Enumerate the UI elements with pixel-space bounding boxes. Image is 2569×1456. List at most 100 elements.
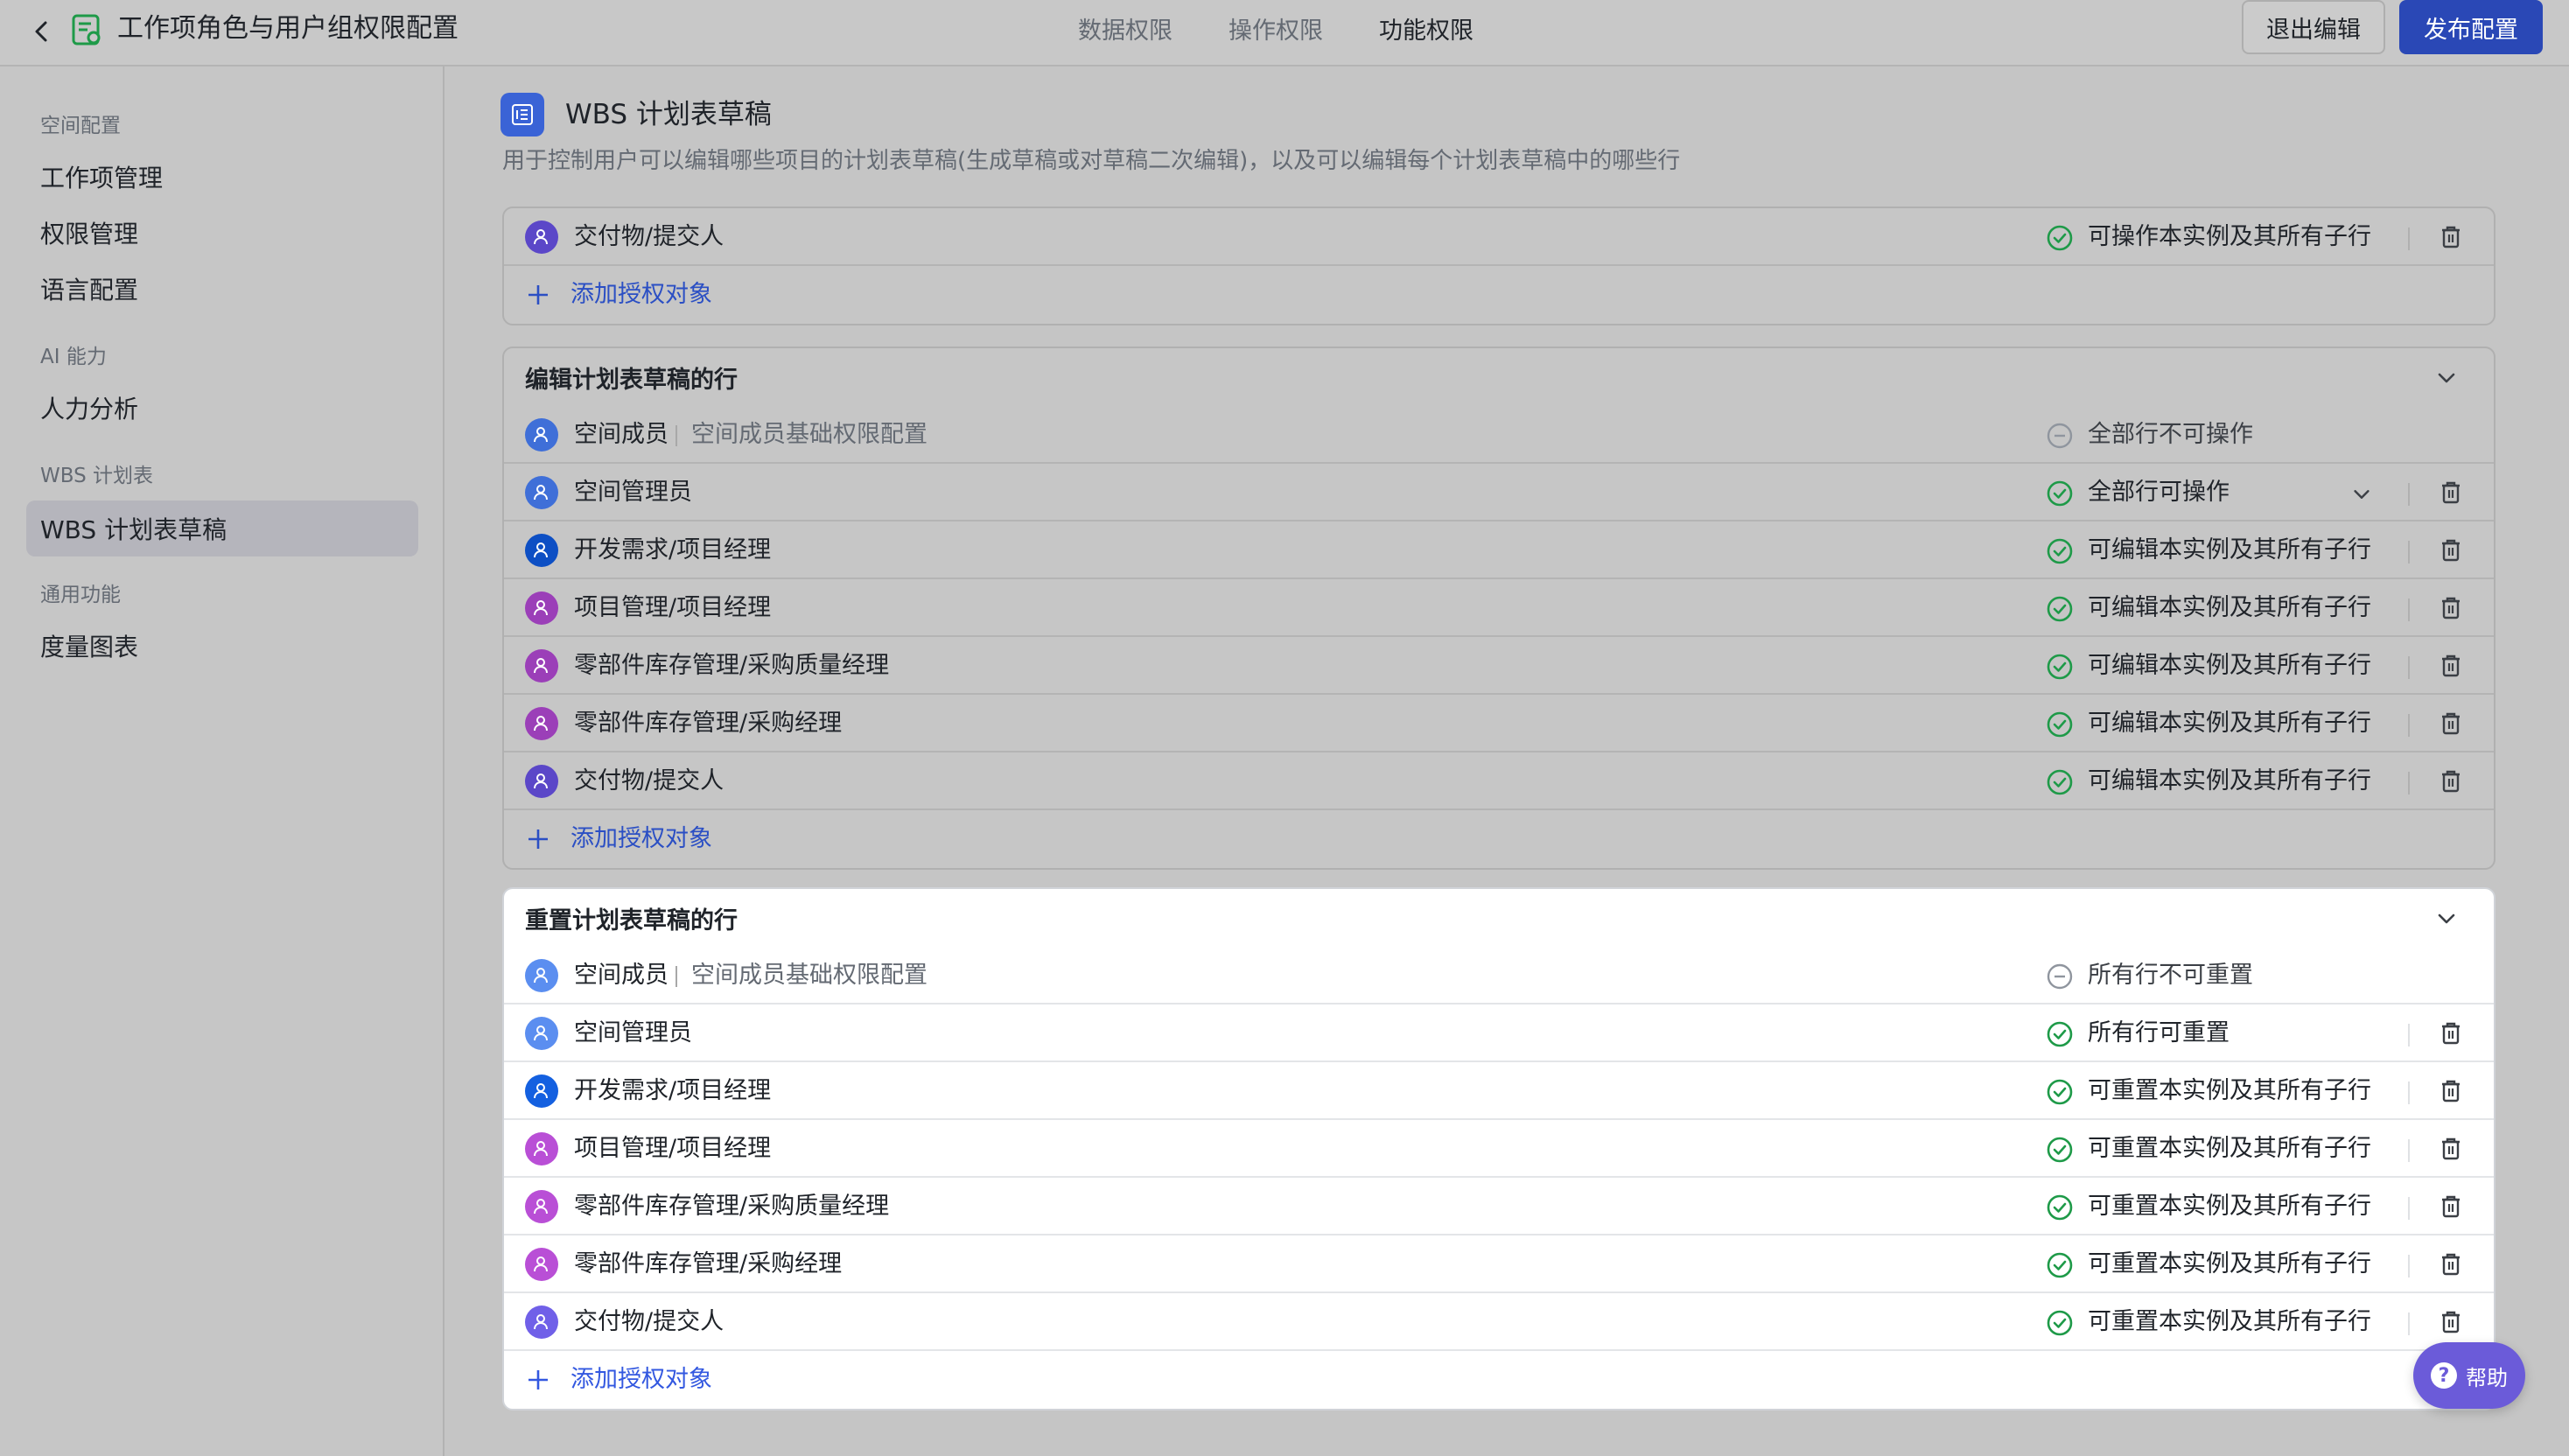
divider [2408,1082,2410,1104]
user-group-icon [525,765,558,798]
permission-row: 零部件库存管理/采购经理 可编辑本实例及其所有子行 [504,695,2494,752]
user-group-icon [525,1074,558,1108]
delete-icon[interactable] [2436,478,2466,508]
sidebar-item-wbs-draft[interactable]: WBS 计划表草稿 [26,500,418,556]
row-name: 零部件库存管理/采购质量经理 [574,1193,890,1220]
row-subtitle: 空间成员基础权限配置 [691,962,928,989]
back-arrow-icon[interactable] [26,16,58,47]
add-authorized-object-button[interactable]: 添加授权对象 [504,266,2494,324]
row-status[interactable]: 可编辑本实例及其所有子行 [2088,706,2371,741]
sidebar-item-workitem-management[interactable]: 工作项管理 [40,159,163,194]
divider [2408,228,2410,250]
row-name: 开发需求/项目经理 [574,1077,772,1104]
check-circle-icon [2046,1251,2074,1279]
delete-icon[interactable] [2436,536,2466,565]
chevron-down-icon[interactable] [2434,906,2459,931]
delete-icon[interactable] [2436,766,2466,796]
row-status[interactable]: 可重置本实例及其所有子行 [2088,1074,2371,1109]
add-authorized-object-button[interactable]: 添加授权对象 [504,1351,2494,1409]
row-status[interactable]: 可重置本实例及其所有子行 [2088,1189,2371,1224]
sidebar-item-language-config[interactable]: 语言配置 [40,271,138,306]
row-name: 零部件库存管理/采购经理 [574,1250,843,1278]
row-status[interactable]: 可重置本实例及其所有子行 [2088,1131,2371,1166]
permission-row: 空间管理员 全部行可操作 [504,464,2494,522]
divider [2408,1197,2410,1220]
plus-icon [525,826,551,852]
permission-row: 零部件库存管理/采购质量经理 可编辑本实例及其所有子行 [504,637,2494,695]
check-circle-icon [2046,1020,2074,1048]
add-authorized-object-button[interactable]: 添加授权对象 [504,810,2494,868]
delete-icon[interactable] [2436,651,2466,681]
user-group-icon [525,1190,558,1223]
publish-config-button[interactable]: 发布配置 [2399,0,2543,54]
delete-icon[interactable] [2436,1250,2466,1279]
row-name: 零部件库存管理/采购质量经理 [574,652,890,679]
permission-card-reset-rows: 重置计划表草稿的行 空间成员 空间成员基础权限配置 所有行不可重置 空间管理员 所有行可重… [502,887,2496,1410]
row-name: 零部件库存管理/采购经理 [574,710,843,737]
user-group-icon [525,220,558,254]
permission-row: 交付物/提交人 可编辑本实例及其所有子行 [504,752,2494,810]
permission-row: 零部件库存管理/采购经理 可重置本实例及其所有子行 [504,1236,2494,1293]
row-status[interactable]: 可操作本实例及其所有子行 [2088,220,2371,255]
sidebar-group-space-config: 空间配置 [40,115,121,137]
check-circle-icon [2046,1136,2074,1164]
row-name: 项目管理/项目经理 [574,594,772,621]
delete-icon[interactable] [2436,1307,2466,1337]
check-circle-icon [2046,1309,2074,1337]
tab-operation-permission[interactable]: 操作权限 [1228,14,1323,49]
row-status[interactable]: 可编辑本实例及其所有子行 [2088,591,2371,626]
delete-icon[interactable] [2436,1076,2466,1106]
add-authorized-object-label: 添加授权对象 [570,825,712,852]
sidebar: 空间配置 工作项管理 权限管理 语言配置 AI 能力 人力分析 WBS 计划表 … [0,66,444,1456]
exit-edit-button[interactable]: 退出编辑 [2242,0,2385,54]
row-status[interactable]: 全部行可操作 [2088,475,2230,510]
user-group-icon [525,1248,558,1281]
help-question-icon: ? [2431,1362,2457,1389]
delete-icon[interactable] [2436,593,2466,623]
divider [676,966,677,987]
help-button[interactable]: ? 帮助 [2413,1342,2525,1409]
page-title: 工作项角色与用户组权限配置 [117,13,458,44]
chevron-down-icon[interactable] [2350,483,2373,506]
sidebar-item-workforce-analysis[interactable]: 人力分析 [40,390,138,425]
top-bar: 工作项角色与用户组权限配置 数据权限 操作权限 功能权限 退出编辑 发布配置 [0,0,2569,66]
row-status[interactable]: 可编辑本实例及其所有子行 [2088,764,2371,799]
chevron-down-icon[interactable] [2434,366,2459,390]
sidebar-item-permission-management[interactable]: 权限管理 [40,215,138,250]
delete-icon[interactable] [2436,222,2466,252]
row-status[interactable]: 可重置本实例及其所有子行 [2088,1247,2371,1282]
divider [2408,598,2410,621]
section-title: WBS 计划表草稿 [565,99,772,130]
delete-icon[interactable] [2436,709,2466,738]
divider [2408,483,2410,506]
row-name: 交付物/提交人 [574,1308,724,1335]
delete-icon[interactable] [2436,1134,2466,1164]
tab-function-permission[interactable]: 功能权限 [1379,14,1474,49]
row-status[interactable]: 可重置本实例及其所有子行 [2088,1305,2371,1340]
check-circle-icon [2046,224,2074,252]
row-status[interactable]: 可编辑本实例及其所有子行 [2088,648,2371,683]
divider [676,425,677,446]
row-status[interactable]: 所有行可重置 [2088,1016,2230,1051]
permission-row: 交付物/提交人 可操作本实例及其所有子行 [504,208,2494,266]
divider [2408,1255,2410,1278]
user-group-icon [525,1306,558,1339]
permission-card-operate: 交付物/提交人 可操作本实例及其所有子行添加授权对象 [502,206,2496,326]
tab-data-permission[interactable]: 数据权限 [1078,14,1172,49]
section-description: 用于控制用户可以编辑哪些项目的计划表草稿(生成草稿或对草稿二次编辑)，以及可以编… [502,148,1681,174]
row-name: 空间成员 [574,962,668,989]
user-group-icon [525,1017,558,1050]
permission-row: 开发需求/项目经理 可编辑本实例及其所有子行 [504,522,2494,579]
row-status[interactable]: 可编辑本实例及其所有子行 [2088,533,2371,568]
sidebar-item-metrics-chart[interactable]: 度量图表 [40,628,138,663]
add-authorized-object-label: 添加授权对象 [570,1366,712,1393]
check-circle-icon [2046,710,2074,738]
divider [2408,1139,2410,1162]
delete-icon[interactable] [2436,1018,2466,1048]
sidebar-group-ai: AI 能力 [40,346,107,368]
card-header: 编辑计划表草稿的行 [504,348,2494,406]
add-authorized-object-label: 添加授权对象 [570,281,712,308]
permission-row: 空间成员 空间成员基础权限配置 全部行不可操作 [504,406,2494,464]
delete-icon[interactable] [2436,1192,2466,1222]
row-name: 空间管理员 [574,479,692,506]
